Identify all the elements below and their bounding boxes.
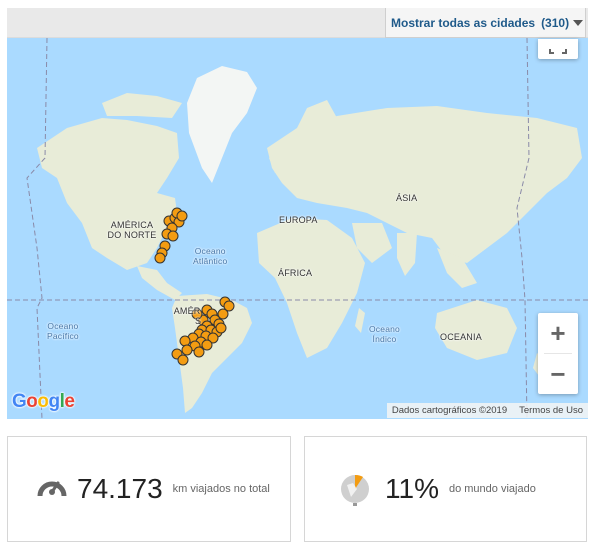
city-marker[interactable] — [201, 339, 213, 351]
terms-link[interactable]: Termos de Uso — [519, 405, 583, 416]
city-marker[interactable] — [177, 354, 189, 366]
city-marker[interactable] — [154, 252, 166, 264]
city-marker[interactable] — [179, 335, 191, 347]
city-marker[interactable] — [176, 210, 188, 222]
zoom-in-button[interactable]: + — [538, 313, 578, 353]
city-marker[interactable] — [217, 308, 229, 320]
distance-caption: km viajados no total — [172, 483, 270, 495]
globe-pie-icon — [335, 467, 375, 512]
fullscreen-button[interactable] — [538, 39, 578, 59]
speedometer-icon — [37, 474, 67, 505]
distance-value: 74.173 — [77, 473, 163, 504]
label-south-america-suffix: S — [195, 316, 202, 326]
label-oceania: OCEANIA — [440, 332, 482, 342]
map-attribution: Dados cartográficos ©2019 Termos de Uso — [386, 403, 588, 418]
map-top-bar: Mostrar todas as cidades (310) — [7, 8, 588, 38]
city-marker[interactable] — [181, 344, 193, 356]
map-view[interactable]: AMÉRICA DO NORTE AMÉR S EUROPA ÁFRICA ÁSI… — [7, 8, 588, 419]
label-asia: ÁSIA — [396, 193, 418, 203]
label-europe: EUROPA — [279, 215, 318, 225]
city-marker[interactable] — [167, 230, 179, 242]
city-filter-count: (310) — [541, 15, 570, 30]
zoom-control: + − — [538, 313, 578, 394]
map-data-credit: Dados cartográficos ©2019 — [391, 405, 508, 416]
google-logo[interactable]: Google — [12, 391, 75, 413]
chevron-down-icon — [573, 19, 584, 26]
distance-stat: 74.173 km viajados no total — [7, 436, 291, 542]
world-caption: do mundo viajado — [448, 483, 536, 495]
fullscreen-icon — [549, 49, 554, 54]
label-north-america: AMÉRICA DO NORTE — [107, 220, 157, 240]
world-map[interactable] — [7, 8, 588, 419]
fullscreen-icon-right — [562, 49, 567, 54]
label-pacific: Oceano Pacífico — [47, 321, 79, 341]
label-indian: Oceano Índico — [369, 324, 400, 344]
zoom-out-button[interactable]: − — [538, 354, 578, 394]
label-south-america-text: AMÉR — [173, 306, 201, 316]
city-filter-label: Mostrar todas as cidades — [391, 15, 536, 30]
label-south-america: AMÉR S — [173, 306, 201, 326]
world-value: 11% — [385, 473, 439, 504]
label-africa: ÁFRICA — [278, 268, 313, 278]
city-marker[interactable] — [215, 322, 227, 334]
label-atlantic: Oceano Atlântico — [193, 246, 228, 266]
city-filter-dropdown[interactable]: Mostrar todas as cidades (310) — [385, 8, 586, 38]
world-stat: 11% do mundo viajado — [304, 436, 587, 542]
city-marker[interactable] — [193, 346, 205, 358]
